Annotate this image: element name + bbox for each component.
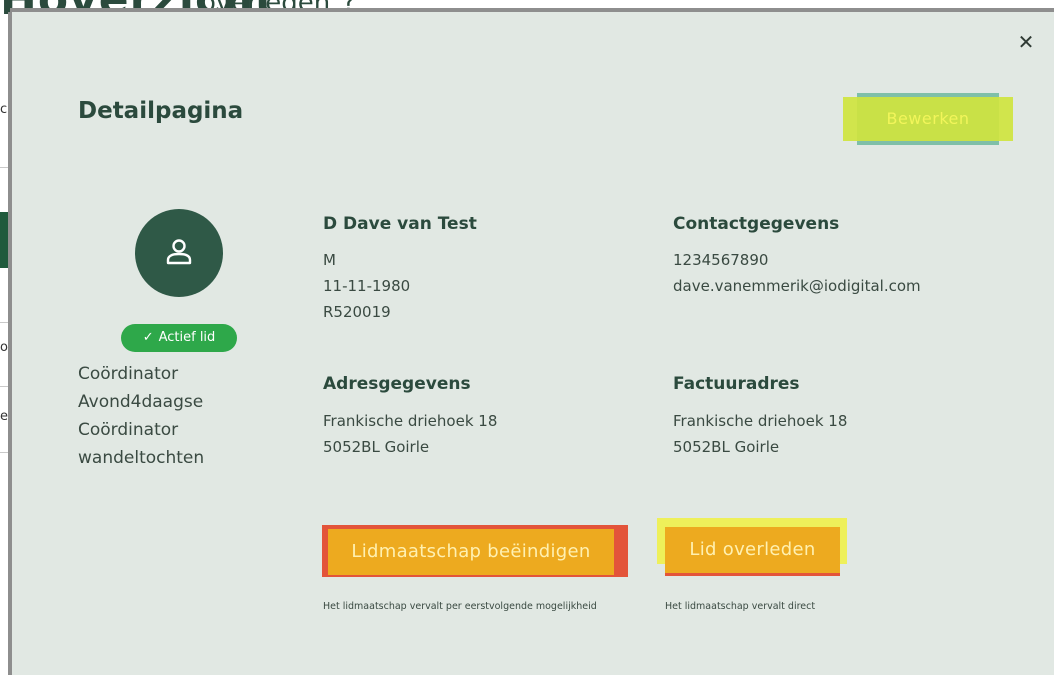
- invoice-heading: Factuuradres: [673, 374, 800, 394]
- contact-phone: 1234567890: [673, 251, 769, 269]
- close-button[interactable]: ✕: [1012, 28, 1040, 56]
- end-membership-button[interactable]: Lidmaatschap beëindigen: [328, 529, 614, 575]
- contact-email: dave.vanemmerik@iodigital.com: [673, 277, 921, 295]
- role-item: Coördinator: [78, 364, 179, 384]
- person-member-id: R520019: [323, 303, 391, 321]
- address-heading: Adresgegevens: [323, 374, 471, 394]
- edit-button[interactable]: Bewerken: [843, 93, 1013, 145]
- user-icon: [166, 239, 192, 265]
- role-item: Coördinator: [78, 420, 179, 440]
- status-badge: ✓ Actief lid: [121, 324, 237, 352]
- roles-list: Coördinator Avond4daagse Coördinator wan…: [78, 360, 278, 472]
- edit-button-label: Bewerken: [886, 109, 970, 128]
- status-badge-label: Actief lid: [158, 330, 216, 345]
- background-text-fragment: c: [0, 102, 8, 117]
- invoice-street: Frankische driehoek 18: [673, 412, 848, 430]
- role-item: Avond4daagse: [78, 392, 204, 412]
- contact-heading: Contactgegevens: [673, 214, 840, 234]
- close-icon: ✕: [1017, 30, 1035, 54]
- check-icon: ✓: [142, 330, 154, 345]
- address-city: 5052BL Goirle: [323, 438, 430, 456]
- modal-left-border: [8, 12, 12, 675]
- person-name-heading: D Dave van Test: [323, 214, 477, 234]
- deceased-hint: Het lidmaatschap vervalt direct: [665, 601, 816, 612]
- member-deceased-button[interactable]: Lid overleden: [665, 527, 840, 573]
- role-item: wandeltochten: [78, 448, 205, 468]
- person-birthdate: 11-11-1980: [323, 277, 411, 295]
- page-title: Detailpagina: [78, 98, 244, 124]
- background-text-fragment: e: [0, 409, 8, 424]
- modal-top-border: [10, 8, 1054, 12]
- address-street: Frankische driehoek 18: [323, 412, 498, 430]
- avatar: [135, 209, 223, 297]
- end-membership-hint: Het lidmaatschap vervalt per eerstvolgen…: [323, 601, 597, 612]
- background-text-fragment: o: [0, 340, 8, 355]
- invoice-city: 5052BL Goirle: [673, 438, 780, 456]
- person-gender: M: [323, 251, 336, 269]
